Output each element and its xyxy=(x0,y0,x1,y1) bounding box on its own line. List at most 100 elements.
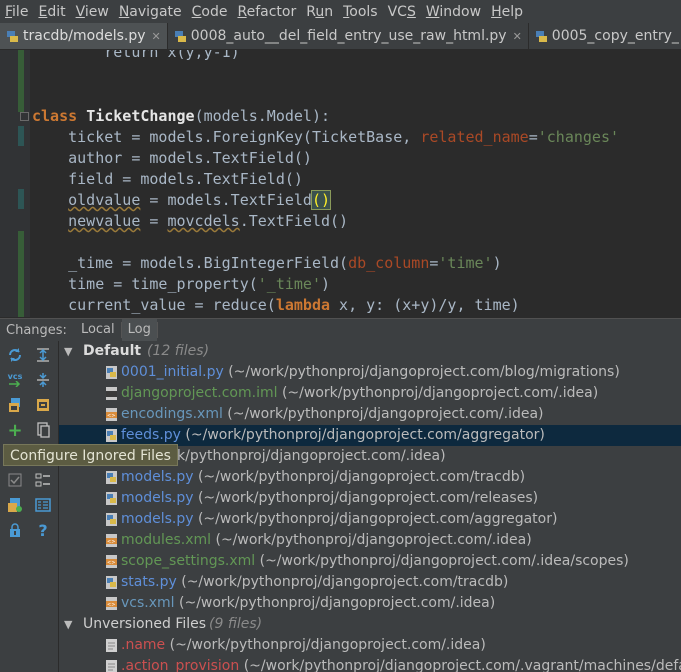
chevron-down-icon[interactable]: ▼ xyxy=(64,341,72,362)
change-marker xyxy=(18,231,24,317)
file-path: (~/work/pythonproj/djangoproject.com/blo… xyxy=(228,364,620,380)
panel-title: Changes: xyxy=(6,322,67,338)
file-row[interactable]: feeds.py (~/work/pythonproj/djangoprojec… xyxy=(59,425,681,446)
xml-file-icon: <> xyxy=(105,533,118,548)
file-path: (~/work/pythonproj/djangoproject.com/agg… xyxy=(185,427,545,443)
tooltip: Configure Ignored Files xyxy=(3,444,178,466)
changelist-icon[interactable] xyxy=(34,496,52,514)
menu-view[interactable]: View xyxy=(71,4,114,20)
checkbox-icon[interactable] xyxy=(6,471,24,489)
file-path: (~/work/pythonproj/djangoproject.com/tra… xyxy=(181,574,509,590)
code-line: newvalue = movcdels.TextField() xyxy=(68,212,349,230)
menu-window[interactable]: Window xyxy=(421,4,486,20)
file-row[interactable]: <> scope_settings.xml (~/work/pythonproj/… xyxy=(59,551,681,572)
python-file-icon xyxy=(105,491,118,506)
code-editor[interactable]: return x(y,y-1) class TicketChange(model… xyxy=(0,50,681,317)
file-row[interactable]: models.py (~/work/pythonproj/djangoproje… xyxy=(59,509,681,530)
file-name: stats.py xyxy=(121,574,177,590)
editor-gutter xyxy=(0,50,30,317)
file-name: models.py xyxy=(121,511,194,527)
changes-tree[interactable]: ▼ Default (12 files) 0001_initial.py (~/wor… xyxy=(59,341,681,672)
menu-run[interactable]: Run xyxy=(301,4,338,20)
python-file-icon xyxy=(105,428,118,443)
menu-file[interactable]: File xyxy=(0,4,33,20)
changelist-group[interactable]: ▼ Unversioned Files (9 files) xyxy=(59,614,681,635)
close-icon[interactable]: ✕ xyxy=(152,30,161,43)
refresh-icon[interactable] xyxy=(6,346,24,364)
code-line: current_value = reduce(lambda x, y: (x+y… xyxy=(32,296,520,314)
file-row[interactable]: models.py (~/work/pythonproj/djangoproje… xyxy=(59,467,681,488)
editor-tab[interactable]: 0008_auto__del_field_entry_use_raw_html.… xyxy=(168,23,529,49)
file-row[interactable]: .name (~/work/pythonproj/djangoproject.c… xyxy=(59,635,681,656)
file-name: scope_settings.xml xyxy=(121,553,256,569)
python-file-icon xyxy=(105,365,118,380)
code-line: author = models.TextField() xyxy=(32,149,312,167)
file-row[interactable]: <> vcs.xml (~/work/pythonproj/djangoproje… xyxy=(59,593,681,614)
editor-tab[interactable]: tracdb/models.py ✕ xyxy=(0,23,168,49)
python-file-icon xyxy=(174,30,186,42)
vcs-icon[interactable]: vcs xyxy=(6,371,24,389)
tab-local[interactable]: Local xyxy=(75,319,121,341)
file-row[interactable]: djangoproject.com.iml (~/work/pythonproj… xyxy=(59,383,681,404)
file-name: models.py xyxy=(121,490,194,506)
tab-log[interactable]: Log xyxy=(121,319,157,341)
file-row[interactable]: <> encodings.xml (~/work/pythonproj/djang… xyxy=(59,404,681,425)
shelve-icon[interactable] xyxy=(6,396,24,414)
file-name: djangoproject.com.iml xyxy=(121,385,278,401)
svg-text:<>: <> xyxy=(107,602,115,608)
expand-all-icon[interactable] xyxy=(34,346,52,364)
menu-bar: File Edit View Navigate Code Refactor Run Tools… xyxy=(0,0,681,23)
code-line: return x(y,y-1) xyxy=(32,50,240,61)
file-row[interactable]: models.py (~/work/pythonproj/djangoproje… xyxy=(59,488,681,509)
file-path: (~/work/pythonproj/djangoproject.com/.id… xyxy=(281,385,599,401)
code-line: time = time_property('_time') xyxy=(32,275,331,293)
changes-panel-header: Changes: Local Log xyxy=(0,318,681,341)
help-icon[interactable]: ? xyxy=(34,521,52,540)
file-name: feeds.py xyxy=(121,427,181,443)
ignored-files-icon[interactable] xyxy=(6,496,24,514)
tab-label: tracdb/models.py xyxy=(23,28,146,44)
tab-label: 0008_auto__del_field_entry_use_raw_html.… xyxy=(190,28,507,44)
python-file-icon xyxy=(105,512,118,527)
python-file-icon xyxy=(105,575,118,590)
file-path: (~/work/pythonproj/djangoproject.com/.id… xyxy=(215,532,532,548)
menu-tools[interactable]: Tools xyxy=(338,4,383,20)
code-line: oldvalue = models.TextField() xyxy=(68,190,332,210)
file-name: encodings.xml xyxy=(121,406,223,422)
editor-tab[interactable]: 0005_copy_entry_ xyxy=(529,23,681,49)
file-row[interactable]: 0001_initial.py (~/work/pythonproj/djang… xyxy=(59,362,681,383)
python-file-icon xyxy=(7,30,18,42)
close-icon[interactable]: ✕ xyxy=(513,30,522,43)
menu-navigate[interactable]: Navigate xyxy=(114,4,187,20)
file-path: (~/work/pythonproj/djangoproject.com/.id… xyxy=(169,637,486,653)
file-path: (~/work/pythonproj/djangoproject.com/agg… xyxy=(197,511,558,527)
copy-icon[interactable] xyxy=(34,421,52,439)
file-path: (~/work/pythonproj/djangoproject.com/.id… xyxy=(227,406,544,422)
menu-code[interactable]: Code xyxy=(187,4,233,20)
menu-edit[interactable]: Edit xyxy=(33,4,70,20)
add-icon[interactable]: + xyxy=(6,420,24,441)
file-path: (~/work/pythonproj/djangoproject.com/rel… xyxy=(197,490,539,506)
menu-vcs[interactable]: VCS xyxy=(383,4,421,20)
group-by-icon[interactable] xyxy=(34,396,52,414)
chevron-down-icon[interactable]: ▼ xyxy=(64,614,72,635)
file-path: (~/work/pythonproj/djangoproject.com/.va… xyxy=(243,658,681,672)
xml-file-icon: <> xyxy=(105,554,118,569)
menu-refactor[interactable]: Refactor xyxy=(232,4,301,20)
change-marker xyxy=(18,189,24,209)
fold-marker[interactable] xyxy=(20,112,29,121)
change-marker xyxy=(18,126,24,146)
configure-ignored-icon[interactable] xyxy=(34,471,52,489)
code-line: _time = models.BigIntegerField(db_column… xyxy=(32,254,502,272)
file-row[interactable]: stats.py (~/work/pythonproj/djangoprojec… xyxy=(59,572,681,593)
file-name: vcs.xml xyxy=(121,595,175,611)
svg-text:<>: <> xyxy=(107,560,115,566)
collapse-all-icon[interactable] xyxy=(34,371,52,389)
file-row[interactable]: .action_provision (~/work/pythonproj/dja… xyxy=(59,656,681,672)
changelist-group[interactable]: ▼ Default (12 files) xyxy=(59,341,681,362)
lock-icon[interactable] xyxy=(6,521,24,539)
menu-help[interactable]: Help xyxy=(486,4,528,20)
file-row[interactable]: <> modules.xml (~/work/pythonproj/djangop… xyxy=(59,530,681,551)
divider xyxy=(156,322,158,338)
file-path: (~/work/pythonproj/djangoproject.com/tra… xyxy=(197,469,526,485)
